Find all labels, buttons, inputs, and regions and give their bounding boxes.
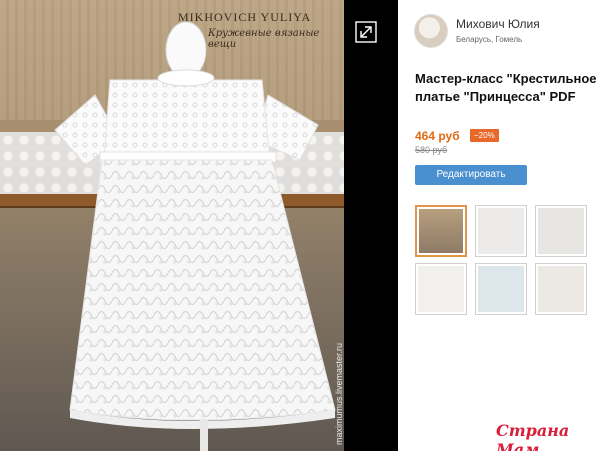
product-photo[interactable]: MIKHOVICH YULIYA Кружевные вязаные вещи … [0,0,344,451]
product-title: Мастер-класс "Крестильное платье "Принце… [415,71,597,104]
author-avatar[interactable] [414,14,448,48]
thumbnail-5[interactable] [475,263,527,315]
brand-tagline: Кружевные вязаные вещи [208,28,320,50]
site-logo: Страна Мам [496,421,570,451]
thumbnail-4[interactable] [415,263,467,315]
photo-watermark: maximumus.livemaster.ru [334,342,344,445]
thumbnail-1[interactable] [415,205,467,257]
info-panel: Михович Юлия Беларусь, Гомель Мастер-кла… [398,0,610,451]
expand-icon[interactable] [354,20,378,44]
discount-badge: −20% [470,129,499,142]
lace-dress-image [54,21,336,451]
thumbnail-2[interactable] [475,205,527,257]
thumbnail-6[interactable] [535,263,587,315]
brand-name: MIKHOVICH YULIYA [178,10,312,24]
edit-page-button[interactable]: Редактировать страницу [415,165,527,200]
old-price: 580 руб [415,145,448,155]
author-location: Беларусь, Гомель [456,35,523,44]
thumbnail-3[interactable] [535,205,587,257]
current-price: 464 руб [415,129,460,143]
author-name[interactable]: Михович Юлия [456,17,540,31]
